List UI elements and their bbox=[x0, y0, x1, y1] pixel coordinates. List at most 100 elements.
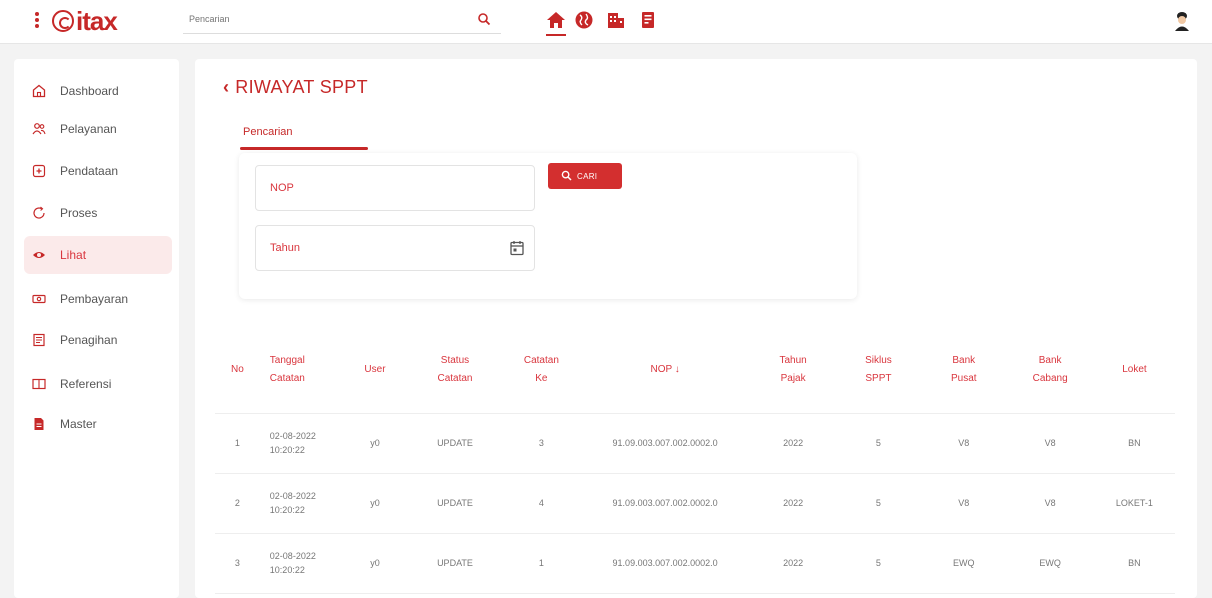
cell-bank-cabang: EWQ bbox=[1006, 533, 1094, 594]
col-header-status[interactable]: Status Catatan bbox=[406, 327, 503, 414]
table-row[interactable]: 1 02-08-2022 10:20:22 y0 UPDATE 3 91.09.0… bbox=[215, 413, 1175, 474]
cell-bank-cabang: V8 bbox=[1006, 413, 1094, 474]
cell-tahun: 2022 bbox=[750, 473, 836, 534]
cell-status: UPDATE bbox=[406, 413, 503, 474]
main-content: ‹ RIWAYAT SPPT Pencarian NOP Tahun CARI N… bbox=[195, 59, 1197, 598]
search-input[interactable] bbox=[183, 8, 463, 30]
home-icon[interactable] bbox=[546, 10, 566, 36]
cell-bank-pusat: V8 bbox=[921, 413, 1007, 474]
sidebar-item-label: Penagihan bbox=[60, 333, 118, 347]
cell-bank-pusat: V8 bbox=[921, 473, 1007, 534]
file-icon bbox=[34, 418, 44, 430]
cell-bank-cabang: V8 bbox=[1006, 473, 1094, 534]
cell-user: y0 bbox=[342, 533, 407, 594]
col-header-siklus[interactable]: Siklus SPPT bbox=[835, 327, 922, 414]
search-icon bbox=[561, 170, 572, 181]
cell-no: 2 bbox=[215, 473, 260, 534]
document-icon[interactable] bbox=[638, 10, 658, 30]
menu-kebab-icon[interactable] bbox=[34, 10, 40, 32]
users-icon bbox=[32, 123, 46, 135]
col-header-user[interactable]: User bbox=[342, 327, 407, 414]
sidebar-item-lihat[interactable]: Lihat bbox=[24, 236, 172, 274]
col-header-tahun[interactable]: Tahun Pajak bbox=[750, 327, 836, 414]
cell-user: y0 bbox=[342, 473, 407, 534]
nop-placeholder: NOP bbox=[270, 182, 294, 194]
cell-loket: BN bbox=[1093, 533, 1175, 594]
cell-catatan-ke: 3 bbox=[502, 413, 580, 474]
plus-box-icon bbox=[32, 164, 46, 178]
sidebar-item-label: Proses bbox=[60, 206, 98, 220]
cell-nop: 91.09.003.007.002.0002.0 bbox=[579, 533, 751, 594]
user-avatar-icon[interactable] bbox=[1172, 10, 1192, 32]
col-header-no[interactable]: No bbox=[215, 327, 260, 414]
cell-bank-pusat: EWQ bbox=[921, 533, 1007, 594]
eye-icon bbox=[33, 252, 45, 258]
col-header-bank-pusat[interactable]: Bank Pusat bbox=[921, 327, 1007, 414]
globe-icon[interactable] bbox=[574, 10, 594, 30]
sidebar-item-proses[interactable]: Proses bbox=[24, 194, 172, 232]
sidebar-item-label: Master bbox=[60, 417, 97, 431]
app-logo[interactable]: itax bbox=[52, 6, 118, 37]
calendar-icon[interactable] bbox=[510, 240, 524, 256]
col-header-loket[interactable]: Loket bbox=[1093, 327, 1175, 414]
sidebar-item-label: Dashboard bbox=[60, 84, 119, 98]
sidebar-item-label: Pendataan bbox=[60, 164, 119, 178]
sidebar-item-pelayanan[interactable]: Pelayanan bbox=[24, 110, 172, 148]
sidebar-item-label: Pembayaran bbox=[60, 292, 129, 306]
sidebar: Dashboard Pelayanan Pendataan Proses Lih… bbox=[14, 59, 179, 598]
cash-icon bbox=[32, 294, 46, 304]
tab-pencarian[interactable]: Pencarian bbox=[240, 126, 370, 152]
col-header-nop[interactable]: NOP ↓ bbox=[579, 327, 751, 414]
cari-label: CARI bbox=[577, 172, 598, 181]
cell-nop: 91.09.003.007.002.0002.0 bbox=[579, 413, 751, 474]
logo-text: itax bbox=[76, 6, 118, 36]
sidebar-item-referensi[interactable]: Referensi bbox=[24, 365, 172, 403]
cell-tanggal: 02-08-2022 10:20:22 bbox=[259, 473, 343, 534]
cell-tanggal: 02-08-2022 10:20:22 bbox=[259, 413, 343, 474]
sidebar-item-label: Referensi bbox=[60, 377, 112, 391]
bill-icon bbox=[33, 333, 45, 347]
building-icon[interactable] bbox=[606, 10, 626, 30]
cell-tahun: 2022 bbox=[750, 533, 836, 594]
book-icon bbox=[32, 378, 46, 390]
circle-arrow-icon bbox=[33, 206, 45, 219]
sidebar-item-master[interactable]: Master bbox=[24, 405, 172, 443]
cell-tahun: 2022 bbox=[750, 413, 836, 474]
cell-siklus: 5 bbox=[835, 533, 922, 594]
cell-status: UPDATE bbox=[406, 533, 503, 594]
search-icon[interactable] bbox=[477, 12, 491, 26]
cell-tanggal: 02-08-2022 10:20:22 bbox=[259, 533, 343, 594]
home-outline-icon bbox=[32, 84, 46, 98]
cell-nop: 91.09.003.007.002.0002.0 bbox=[579, 473, 751, 534]
sidebar-item-label: Pelayanan bbox=[60, 122, 117, 136]
cell-siklus: 5 bbox=[835, 413, 922, 474]
sidebar-item-pembayaran[interactable]: Pembayaran bbox=[24, 280, 172, 318]
cari-button[interactable]: CARI bbox=[548, 163, 622, 189]
sidebar-item-penagihan[interactable]: Penagihan bbox=[24, 321, 172, 359]
nop-field[interactable]: NOP bbox=[255, 165, 535, 211]
col-header-tanggal[interactable]: Tanggal Catatan bbox=[259, 327, 343, 414]
col-header-bank-cabang[interactable]: Bank Cabang bbox=[1006, 327, 1094, 414]
cell-user: y0 bbox=[342, 413, 407, 474]
search-form-card: NOP Tahun CARI bbox=[239, 153, 857, 299]
tahun-field[interactable]: Tahun bbox=[255, 225, 535, 271]
cell-loket: BN bbox=[1093, 413, 1175, 474]
sidebar-item-dashboard[interactable]: Dashboard bbox=[24, 72, 172, 110]
col-header-catatan-ke[interactable]: Catatan Ke bbox=[502, 327, 580, 414]
cell-no: 1 bbox=[215, 413, 260, 474]
cell-loket: LOKET-1 bbox=[1093, 473, 1175, 534]
sidebar-item-pendataan[interactable]: Pendataan bbox=[24, 152, 172, 190]
back-chevron-icon[interactable]: ‹ bbox=[223, 77, 229, 98]
cell-catatan-ke: 1 bbox=[502, 533, 580, 594]
cell-catatan-ke: 4 bbox=[502, 473, 580, 534]
tahun-placeholder: Tahun bbox=[270, 242, 300, 254]
tab-label: Pencarian bbox=[243, 126, 293, 138]
table-row[interactable]: 2 02-08-2022 10:20:22 y0 UPDATE 4 91.09.0… bbox=[215, 473, 1175, 534]
page-title: ‹ RIWAYAT SPPT bbox=[223, 77, 368, 98]
riwayat-table: No Tanggal Catatan User Status Catatan Cat… bbox=[215, 327, 1175, 594]
page-title-text: RIWAYAT SPPT bbox=[235, 77, 368, 97]
top-bar: itax bbox=[0, 0, 1212, 44]
table-row[interactable]: 3 02-08-2022 10:20:22 y0 UPDATE 1 91.09.0… bbox=[215, 533, 1175, 594]
cell-no: 3 bbox=[215, 533, 260, 594]
cell-status: UPDATE bbox=[406, 473, 503, 534]
